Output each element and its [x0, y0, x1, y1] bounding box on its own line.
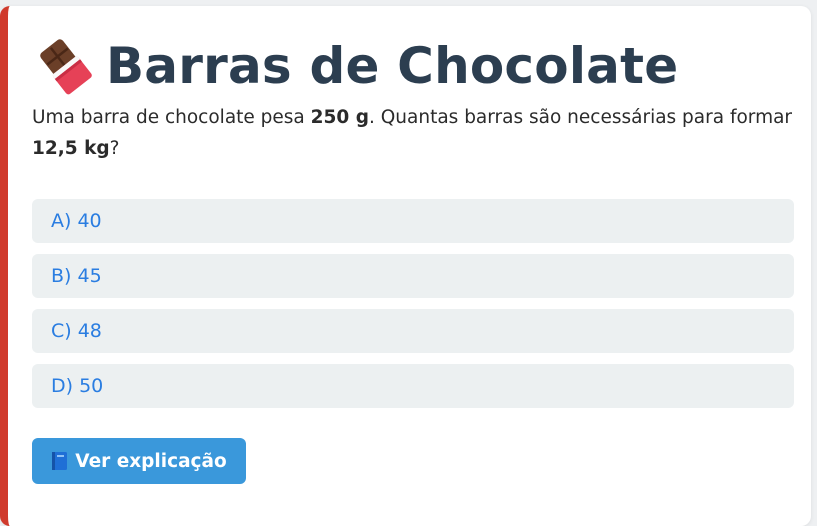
question-text: Uma barra de chocolate pesa 250 g. Quant…	[32, 102, 802, 164]
title-row: Barras de Chocolate	[36, 36, 678, 96]
option-a[interactable]: A) 40	[32, 199, 794, 243]
explain-button[interactable]: Ver explicação	[32, 438, 246, 484]
page-title: Barras de Chocolate	[106, 37, 679, 95]
quiz-card: Barras de Chocolate Uma barra de chocola…	[0, 6, 811, 526]
question-part: Uma barra de chocolate pesa	[32, 107, 311, 128]
answer-options: A) 40 B) 45 C) 48 D) 50	[32, 199, 794, 419]
option-c[interactable]: C) 48	[32, 309, 794, 353]
question-target-bold: 12,5 kg	[32, 138, 110, 159]
question-part: . Quantas barras são necessárias para fo…	[368, 107, 793, 128]
option-b[interactable]: B) 45	[32, 254, 794, 298]
explain-button-label: Ver explicação	[75, 450, 227, 472]
book-icon	[52, 452, 68, 470]
question-weight-bold: 250 g	[310, 107, 369, 128]
option-d[interactable]: D) 50	[32, 364, 794, 408]
chocolate-bar-icon	[40, 39, 92, 95]
question-part: ?	[109, 138, 120, 159]
